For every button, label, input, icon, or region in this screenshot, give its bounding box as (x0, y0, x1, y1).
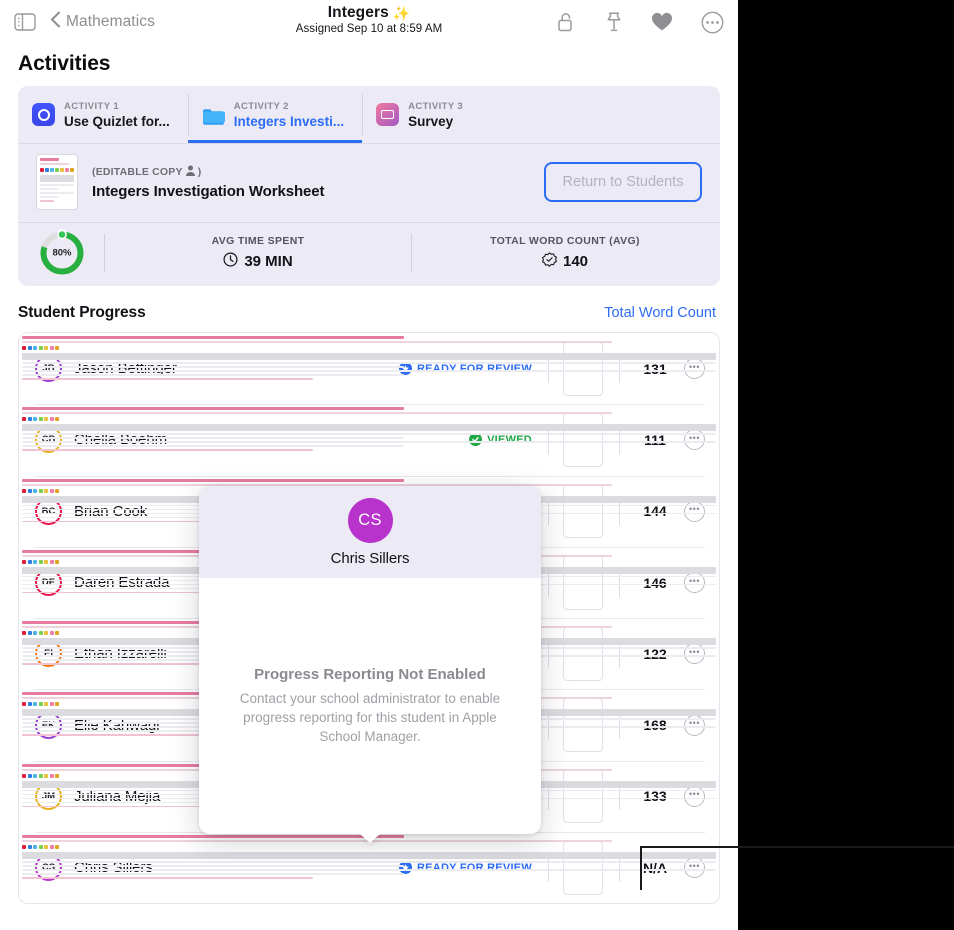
stat-avg-time-spent: AVG TIME SPENT 39 MIN (121, 235, 395, 271)
sparkles-icon: ✨ (393, 6, 410, 20)
worksheet-kicker-end: ) (198, 166, 202, 178)
progress-percent-label: 80% (36, 247, 88, 258)
row-thumbnail-art (563, 627, 603, 681)
worksheet-title: Integers Investigation Worksheet (92, 183, 324, 200)
row-thumbnail[interactable] (563, 841, 603, 895)
stats-divider-2 (411, 234, 412, 272)
seal-check-icon (542, 252, 557, 271)
heart-icon[interactable] (651, 12, 673, 32)
row-thumbnail-art (563, 484, 603, 538)
survey-icon (376, 103, 399, 126)
row-thumbnail-art (563, 413, 603, 467)
folder-icon (202, 103, 225, 126)
tab-activity-1[interactable]: ACTIVITY 1 Use Quizlet for... (18, 86, 188, 143)
popover-body: Progress Reporting Not Enabled Contact y… (199, 578, 541, 834)
page-title-text: Integers (328, 4, 389, 22)
total-word-count-link[interactable]: Total Word Count (604, 305, 716, 321)
stat-2-value: 140 (563, 253, 588, 270)
student-progress-header: Student Progress Total Word Count (0, 286, 738, 332)
worksheet-thumbnail[interactable] (36, 154, 78, 210)
tab-1-texts: ACTIVITY 1 Use Quizlet for... (64, 101, 170, 129)
stat-total-word-count: TOTAL WORD COUNT (AVG) 140 (428, 235, 702, 271)
row-thumbnail[interactable] (563, 342, 603, 396)
assigned-subtitle: Assigned Sep 10 at 8:59 AM (296, 23, 442, 35)
row-thumbnail-art (563, 556, 603, 610)
document-title-row: Integers ✨ (328, 4, 411, 22)
row-thumbnail[interactable] (563, 413, 603, 467)
row-thumbnail-art (563, 769, 603, 823)
stat-1-value-group: 39 MIN (223, 252, 292, 271)
more-icon[interactable] (701, 11, 724, 34)
stat-2-value-group: 140 (542, 252, 588, 271)
popover-arrow (359, 833, 381, 843)
popover-student-name: Chris Sillers (331, 550, 410, 567)
table-row[interactable]: CBChella BoehmVIEWED111••• (19, 404, 719, 475)
activity-tabs: ACTIVITY 1 Use Quizlet for... ACTIVITY 2… (18, 86, 720, 143)
stats-row: 80% AVG TIME SPENT 39 MIN (18, 222, 720, 286)
progress-ring: 80% (36, 229, 88, 277)
back-label: Mathematics (66, 13, 155, 31)
toolbar-left: Mathematics (14, 11, 155, 33)
tab-2-texts: ACTIVITY 2 Integers Investi... (234, 101, 344, 129)
row-thumbnail[interactable] (563, 484, 603, 538)
clock-icon (223, 252, 238, 271)
sidebar-toggle-icon[interactable] (14, 13, 36, 31)
table-row[interactable]: JBJason BettingerREADY FOR REVIEW131••• (19, 333, 719, 404)
row-thumbnail[interactable] (563, 556, 603, 610)
quizlet-icon (32, 103, 55, 126)
row-thumbnail[interactable] (563, 769, 603, 823)
unlock-icon[interactable] (556, 11, 577, 33)
stat-1-value: 39 MIN (244, 253, 292, 270)
worksheet-kicker-text: (EDITABLE COPY (92, 166, 183, 178)
toolbar-actions (556, 11, 724, 34)
worksheet-row: (EDITABLE COPY ) Integers Investigation … (18, 143, 720, 222)
activity-card: ACTIVITY 1 Use Quizlet for... ACTIVITY 2… (18, 86, 720, 286)
tab-1-label: Use Quizlet for... (64, 114, 170, 129)
stats-divider-1 (104, 234, 105, 272)
row-thumbnail[interactable] (563, 698, 603, 752)
popover-avatar: CS (348, 498, 393, 543)
tab-3-label: Survey (408, 114, 463, 129)
row-thumbnail-art (563, 342, 603, 396)
row-thumbnail[interactable] (563, 627, 603, 681)
worksheet-meta: (EDITABLE COPY ) Integers Investigation … (92, 165, 324, 200)
screen: Mathematics Integers ✨ Assigned Sep 10 a… (0, 0, 954, 930)
person-icon (186, 165, 195, 179)
chevron-left-icon (50, 11, 61, 33)
tab-activity-2[interactable]: ACTIVITY 2 Integers Investi... (188, 86, 362, 143)
back-button[interactable]: Mathematics (50, 11, 155, 33)
student-detail-popover: CS Chris Sillers Progress Reporting Not … (199, 486, 541, 834)
pin-icon[interactable] (605, 11, 623, 33)
popover-message: Contact your school administrator to ena… (225, 689, 515, 746)
toolbar: Mathematics Integers ✨ Assigned Sep 10 a… (0, 0, 738, 44)
return-to-students-button[interactable]: Return to Students (544, 162, 702, 202)
worksheet-thumbnail-art (37, 155, 77, 209)
stat-2-label: TOTAL WORD COUNT (AVG) (490, 235, 640, 247)
tab-3-kicker: ACTIVITY 3 (408, 101, 463, 112)
popover-heading: Progress Reporting Not Enabled (254, 666, 486, 683)
row-thumbnail-art (563, 841, 603, 895)
popover-header: CS Chris Sillers (199, 486, 541, 578)
row-thumbnail-art (563, 698, 603, 752)
worksheet-kicker: (EDITABLE COPY ) (92, 165, 324, 179)
student-progress-title: Student Progress (18, 304, 146, 322)
tab-activity-3[interactable]: ACTIVITY 3 Survey (362, 86, 481, 143)
stat-1-label: AVG TIME SPENT (212, 235, 305, 247)
tab-2-kicker: ACTIVITY 2 (234, 101, 344, 112)
tab-3-texts: ACTIVITY 3 Survey (408, 101, 463, 129)
section-heading-activities: Activities (0, 44, 738, 86)
tab-2-label: Integers Investi... (234, 114, 344, 129)
tab-1-kicker: ACTIVITY 1 (64, 101, 170, 112)
